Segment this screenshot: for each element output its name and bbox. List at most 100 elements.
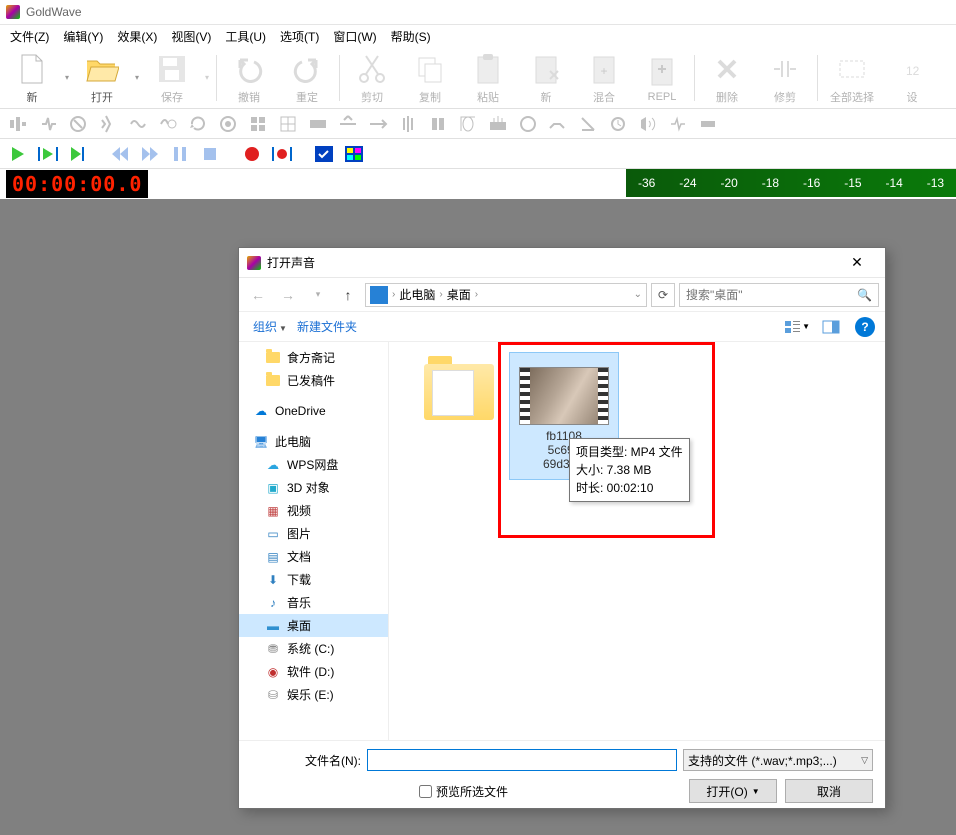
effect-icon-6[interactable] (156, 112, 180, 136)
view-mode-icon[interactable]: ▼ (783, 316, 811, 338)
tree-item-thispc[interactable]: 🖥此电脑 (239, 430, 388, 453)
file-pane[interactable]: fb1108 5c69d 69d33D 项目类型: MP4 文件 大小: 7.3… (389, 342, 885, 740)
effect-icon-13[interactable] (366, 112, 390, 136)
close-icon[interactable]: ✕ (837, 249, 877, 277)
effect-icon-3[interactable] (66, 112, 90, 136)
effect-icon-12[interactable] (336, 112, 360, 136)
tree-item-3d[interactable]: ▣3D 对象 (239, 476, 388, 499)
effect-icon-22[interactable] (636, 112, 660, 136)
delete-button[interactable]: 删除 (699, 51, 755, 105)
redo-button[interactable]: 重定 (279, 51, 335, 105)
open-button[interactable]: 打开 (74, 51, 130, 105)
chevron-down-icon[interactable]: ⌄ (634, 289, 642, 300)
organize-button[interactable]: 组织▼ (249, 316, 291, 337)
menu-option[interactable]: 选项(T) (274, 26, 325, 47)
breadcrumb[interactable]: › 此电脑 › 桌面 › ⌄ (365, 283, 647, 307)
folder-item[interactable] (409, 352, 509, 436)
open-dropdown-icon[interactable]: ▾ (132, 55, 142, 101)
tree-item-yifa[interactable]: 已发稿件 (239, 369, 388, 392)
effect-icon-16[interactable] (456, 112, 480, 136)
forward-nav-icon[interactable]: → (275, 282, 301, 308)
tree-item-music[interactable]: ♪音乐 (239, 591, 388, 614)
effect-icon-4[interactable] (96, 112, 120, 136)
tree-item-shifang[interactable]: 食方斋记 (239, 346, 388, 369)
copy-button[interactable]: 复制 (402, 51, 458, 105)
paste-button[interactable]: 粘贴 (460, 51, 516, 105)
new-dropdown-icon[interactable]: ▾ (62, 55, 72, 101)
filetype-dropdown[interactable]: 支持的文件 (*.wav;*.mp3;...) ▽ (683, 749, 873, 771)
effect-icon-5[interactable] (126, 112, 150, 136)
effect-icon-21[interactable] (606, 112, 630, 136)
menu-window[interactable]: 窗口(W) (327, 26, 382, 47)
stop-icon[interactable] (198, 142, 222, 166)
mix-button[interactable]: + 混合 (576, 51, 632, 105)
effect-icon-10[interactable] (276, 112, 300, 136)
effect-icon-19[interactable] (546, 112, 570, 136)
effect-icon-20[interactable] (576, 112, 600, 136)
effect-icon-18[interactable] (516, 112, 540, 136)
effect-icon-7[interactable] (186, 112, 210, 136)
tree-item-pic[interactable]: ▭图片 (239, 522, 388, 545)
recent-dropdown-icon[interactable]: ▾ (305, 282, 331, 308)
refresh-icon[interactable]: ⟳ (651, 283, 675, 307)
tree-item-download[interactable]: ⬇下载 (239, 568, 388, 591)
effect-icon-24[interactable] (696, 112, 720, 136)
selectall-button[interactable]: 全部选择 (822, 51, 882, 105)
menu-view[interactable]: 视图(V) (165, 26, 217, 47)
search-icon[interactable]: 🔍 (857, 288, 872, 302)
effect-icon-11[interactable] (306, 112, 330, 136)
effect-icon-8[interactable] (216, 112, 240, 136)
tree-item-desktop[interactable]: ▬桌面 (239, 614, 388, 637)
rewind-icon[interactable] (108, 142, 132, 166)
effect-icon-17[interactable] (486, 112, 510, 136)
newfolder-button[interactable]: 新建文件夹 (293, 316, 361, 337)
preview-pane-icon[interactable] (817, 316, 845, 338)
menu-edit[interactable]: 编辑(Y) (57, 26, 109, 47)
help-icon[interactable]: ? (855, 317, 875, 337)
save-dropdown-icon[interactable]: ▾ (202, 55, 212, 101)
effect-icon-2[interactable] (36, 112, 60, 136)
tree-item-doc[interactable]: ▤文档 (239, 545, 388, 568)
cut-button[interactable]: 剪切 (344, 51, 400, 105)
up-icon[interactable]: ↑ (335, 282, 361, 308)
undo-button[interactable]: 撤销 (221, 51, 277, 105)
tree-item-sysc[interactable]: ⛃系统 (C:) (239, 637, 388, 660)
repl-button[interactable]: REPL (634, 53, 690, 103)
preview-checkbox[interactable]: 预览所选文件 (419, 783, 508, 800)
forward-icon[interactable] (138, 142, 162, 166)
chevron-right-icon[interactable]: › (475, 289, 478, 300)
effect-icon-15[interactable] (426, 112, 450, 136)
menu-help[interactable]: 帮助(S) (385, 26, 437, 47)
view-grid-icon[interactable] (342, 142, 366, 166)
chevron-right-icon[interactable]: › (392, 289, 395, 300)
save-button[interactable]: 保存 (144, 51, 200, 105)
pause-icon[interactable] (168, 142, 192, 166)
play-end-icon[interactable] (66, 142, 90, 166)
open-button[interactable]: 打开(O) ▼ (689, 779, 777, 803)
effect-icon-14[interactable] (396, 112, 420, 136)
search-input[interactable]: 🔍 (679, 283, 879, 307)
menu-effect[interactable]: 效果(X) (111, 26, 163, 47)
tree-item-onedrive[interactable]: ☁OneDrive (239, 400, 388, 422)
loop-toggle-icon[interactable] (312, 142, 336, 166)
menu-file[interactable]: 文件(Z) (4, 26, 55, 47)
tree-item-wps[interactable]: ☁WPS网盘 (239, 453, 388, 476)
tree-item-softd[interactable]: ◉软件 (D:) (239, 660, 388, 683)
effect-icon-1[interactable] (6, 112, 30, 136)
record-icon[interactable] (240, 142, 264, 166)
play-selection-icon[interactable] (36, 142, 60, 166)
crumb-desktop[interactable]: 桌面 (447, 286, 471, 303)
tree-item-ente[interactable]: ⛁娱乐 (E:) (239, 683, 388, 706)
effect-icon-23[interactable] (666, 112, 690, 136)
chevron-right-icon[interactable]: › (439, 289, 442, 300)
play-icon[interactable] (6, 142, 30, 166)
effect-icon-9[interactable] (246, 112, 270, 136)
trim-button[interactable]: 修剪 (757, 51, 813, 105)
folder-tree[interactable]: 食方斋记 已发稿件 ☁OneDrive 🖥此电脑 ☁WPS网盘 ▣3D 对象 ▦… (239, 342, 389, 740)
new2-button[interactable]: 新 (518, 51, 574, 105)
search-field[interactable] (686, 288, 853, 302)
tree-item-video[interactable]: ▦视频 (239, 499, 388, 522)
record-selection-icon[interactable] (270, 142, 294, 166)
new-button[interactable]: 新 (4, 51, 60, 105)
filename-field[interactable] (367, 749, 677, 771)
